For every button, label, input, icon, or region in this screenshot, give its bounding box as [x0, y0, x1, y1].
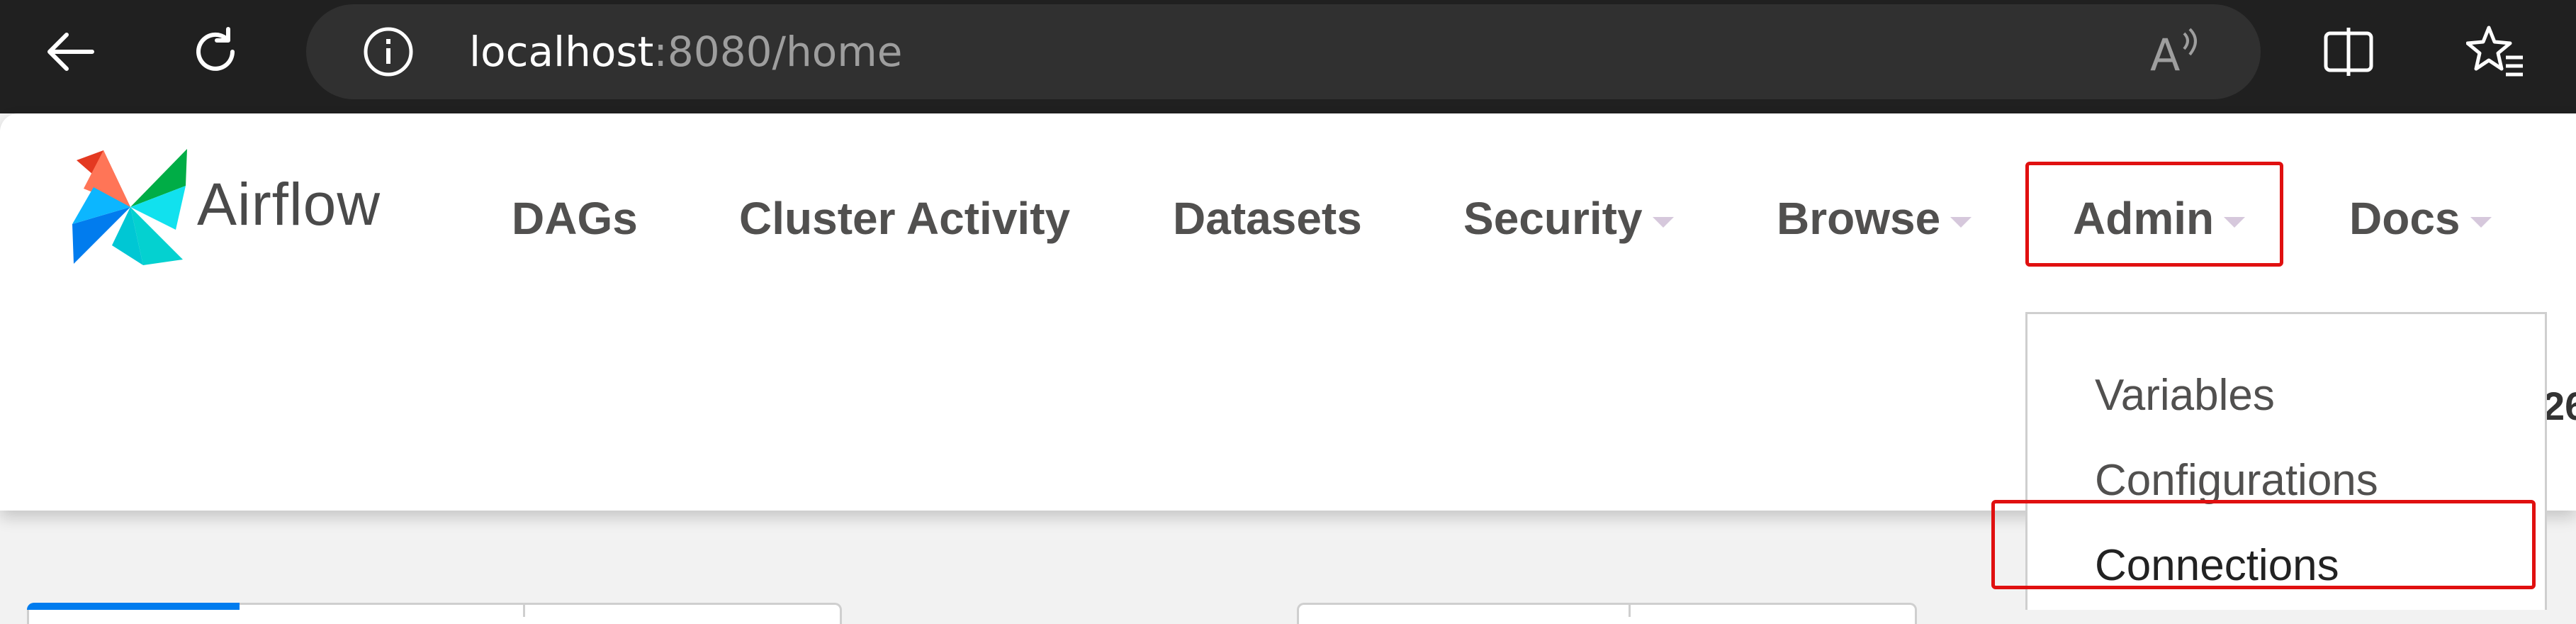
url-text[interactable]: localhost:8080/home [469, 4, 902, 99]
nav-datasets[interactable]: Datasets [1173, 183, 1362, 254]
nav-security-label: Security [1463, 193, 1643, 244]
tab-divider [523, 603, 525, 617]
nav-docs[interactable]: Docs [2349, 183, 2492, 254]
nav-cluster-activity[interactable]: Cluster Activity [739, 183, 1070, 254]
clipped-header-text: 26 [2543, 384, 2576, 428]
read-aloud-icon[interactable]: A [2149, 26, 2205, 77]
browser-toolbar: localhost:8080/home A [0, 0, 2576, 113]
airflow-logo-icon[interactable] [69, 146, 191, 268]
url-host: localhost [469, 28, 654, 76]
brand-name[interactable]: Airflow [197, 170, 381, 239]
caret-down-icon [2470, 216, 2492, 228]
nav-browse-label: Browse [1777, 193, 1941, 244]
nav-datasets-label: Datasets [1173, 193, 1362, 244]
reload-icon[interactable] [173, 0, 258, 104]
nav-dags[interactable]: DAGs [512, 183, 638, 254]
svg-text:A: A [2150, 29, 2180, 77]
caret-down-icon [1950, 216, 1972, 228]
nav-cluster-activity-label: Cluster Activity [739, 193, 1071, 244]
admin-highlight-box [2025, 162, 2283, 267]
favorites-icon[interactable] [2453, 0, 2538, 104]
connections-highlight-box [1991, 500, 2536, 589]
nav-browse[interactable]: Browse [1777, 183, 1972, 254]
url-path: :8080/home [653, 28, 903, 76]
nav-dags-label: DAGs [512, 193, 638, 244]
split-screen-icon[interactable] [2306, 0, 2391, 104]
caret-down-icon [1652, 216, 1674, 228]
menu-item-variables[interactable]: Variables [2095, 360, 2275, 431]
nav-docs-label: Docs [2349, 193, 2460, 244]
nav-security[interactable]: Security [1463, 183, 1674, 254]
airflow-page: Airflow DAGs Cluster Activity Datasets S… [0, 113, 2576, 624]
back-arrow-icon[interactable] [28, 0, 113, 104]
active-tab-indicator[interactable] [27, 603, 240, 610]
info-icon[interactable] [363, 26, 414, 77]
filter-tab-group[interactable] [1297, 603, 1917, 624]
tab-divider [1629, 603, 1631, 617]
address-bar[interactable]: localhost:8080/home A [306, 4, 2261, 99]
